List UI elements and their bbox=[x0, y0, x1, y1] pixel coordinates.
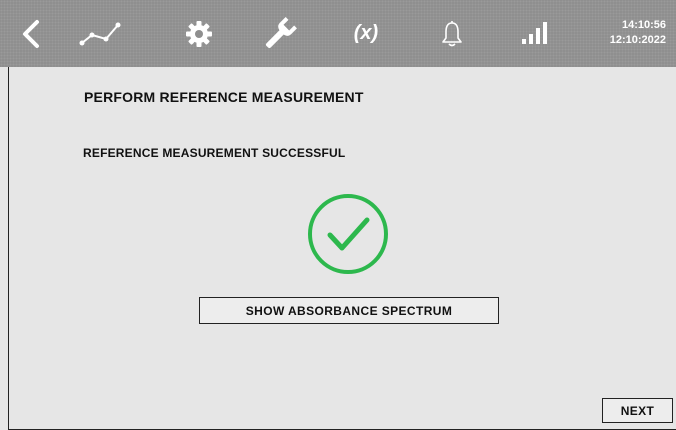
date-text: 12:10:2022 bbox=[609, 34, 666, 46]
gear-icon[interactable] bbox=[178, 0, 220, 67]
next-button[interactable]: NEXT bbox=[602, 398, 673, 423]
bell-icon[interactable] bbox=[436, 0, 468, 67]
variable-icon[interactable]: (x) bbox=[344, 0, 388, 67]
page-title: PERFORM REFERENCE MEASUREMENT bbox=[84, 89, 364, 105]
screen: (x) 14:10:56 12:10:2022 PERFORM REFERENC… bbox=[0, 0, 676, 430]
datetime-display: 14:10:56 12:10:2022 bbox=[610, 18, 666, 48]
top-toolbar: (x) 14:10:56 12:10:2022 bbox=[0, 0, 676, 67]
variable-label: (x) bbox=[353, 22, 379, 44]
back-chevron-icon[interactable] bbox=[14, 0, 48, 67]
signal-bars-icon[interactable] bbox=[514, 0, 554, 67]
status-message: REFERENCE MEASUREMENT SUCCESSFUL bbox=[83, 146, 346, 160]
show-absorbance-spectrum-button[interactable]: SHOW ABSORBANCE SPECTRUM bbox=[199, 297, 499, 324]
check-circle-icon bbox=[306, 192, 390, 276]
time-text: 14:10:56 bbox=[621, 19, 666, 31]
wrench-icon[interactable] bbox=[258, 0, 302, 67]
trend-chart-icon[interactable] bbox=[74, 0, 128, 67]
